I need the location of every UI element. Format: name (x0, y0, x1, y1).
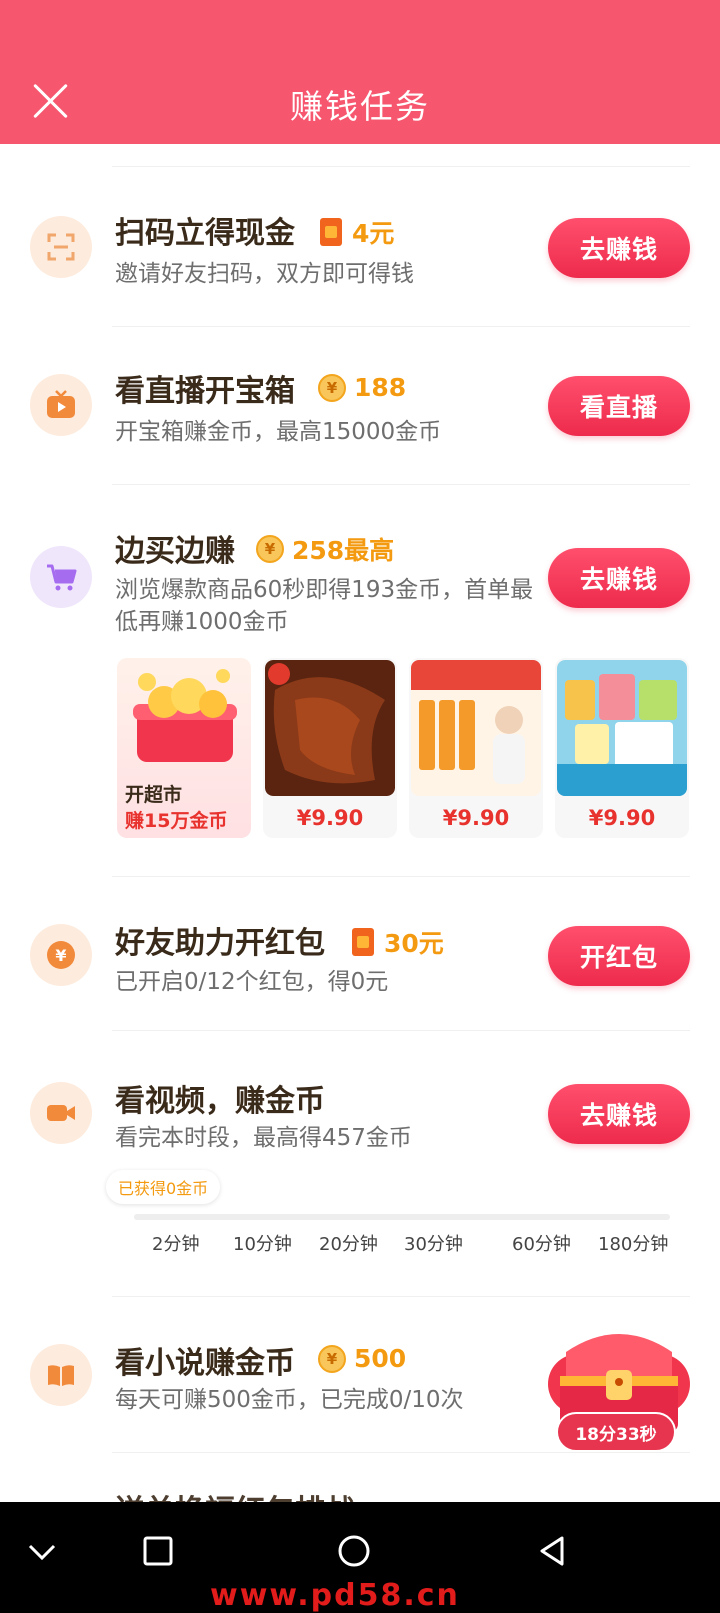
recent-apps-icon[interactable] (138, 1532, 178, 1572)
product-price: ¥9.90 (588, 806, 656, 830)
coin-icon: ¥ (318, 373, 346, 402)
reward-value: 258最高 (292, 536, 395, 565)
back-icon[interactable] (534, 1532, 574, 1572)
product-price: ¥9.90 (296, 806, 364, 830)
open-redpack-button[interactable]: 开红包 (548, 926, 690, 986)
tv-icon (30, 374, 92, 436)
cart-icon (30, 546, 92, 608)
treasure-basket-icon (133, 669, 237, 762)
home-icon[interactable] (334, 1532, 374, 1572)
task-desc: 看完本时段，最高得457金币 (115, 1125, 412, 1151)
divider (112, 876, 690, 877)
watch-live-button[interactable]: 看直播 (548, 376, 690, 436)
header-bar: 赚钱任务 (0, 0, 720, 144)
divider (112, 1452, 690, 1453)
reward-value: 188 (354, 373, 407, 402)
divider (112, 484, 690, 485)
market-line1: 开超市 (125, 784, 183, 806)
video-camera-icon (30, 1082, 92, 1144)
progress-tick: 30分钟 (404, 1234, 463, 1255)
market-line2: 赚15万金币 (125, 810, 228, 832)
fruit-cup-product-image (557, 660, 687, 796)
progress-tick: 10分钟 (233, 1234, 292, 1255)
divider (112, 1296, 690, 1297)
progress-tick: 20分钟 (319, 1234, 378, 1255)
task-desc: 每天可赚500金币，已完成0/10次 (115, 1387, 464, 1413)
task-desc: 浏览爆款商品60秒即得193金币，首单最低再赚1000金币 (115, 577, 534, 635)
coin-icon: ¥ (318, 1344, 346, 1373)
app-screen: 赚钱任务 扫码立得现金 4元 邀请好友扫码，双方即可得钱 去赚钱 看直播开宝箱 … (0, 0, 720, 1502)
reward: 4元 (320, 214, 394, 250)
duck-wing-product-image (265, 660, 395, 796)
yuan-coin-icon: ¥ (30, 924, 92, 986)
reward-value: 500 (354, 1344, 407, 1373)
progress-tick: 2分钟 (152, 1234, 200, 1255)
product-list: 开超市 赚15万金币 ¥9.90 ¥9.90 ¥9.90 (117, 658, 695, 838)
earn-button[interactable]: 去赚钱 (548, 218, 690, 278)
reward: ¥ 500 (318, 1344, 406, 1373)
book-icon (30, 1344, 92, 1406)
progress-tick: 60分钟 (512, 1234, 571, 1255)
red-packet-icon (352, 928, 374, 956)
chevron-down-icon[interactable] (22, 1532, 62, 1572)
chest-timer: 18分33秒 (556, 1412, 676, 1452)
progress-tick: 180分钟 (598, 1234, 669, 1255)
reward-value: 30元 (384, 929, 444, 958)
divider (112, 1030, 690, 1031)
task-title: 扫码立得现金 (115, 216, 295, 251)
reward: ¥ 258最高 (256, 531, 394, 567)
watermark: www.pd58.cn (210, 1578, 460, 1613)
product-card[interactable]: ¥9.90 (409, 658, 543, 838)
divider (112, 166, 690, 167)
product-card[interactable]: ¥9.90 (555, 658, 689, 838)
task-desc: 已开启0/12个红包，得0元 (115, 969, 389, 995)
reward-value: 4元 (352, 219, 395, 248)
page-title: 赚钱任务 (290, 87, 430, 126)
earned-coins-badge: 已获得0金币 (106, 1170, 221, 1204)
market-card[interactable]: 开超市 赚15万金币 (117, 658, 251, 838)
reward: ¥ 188 (318, 373, 406, 402)
task-title: 边买边赚 (115, 534, 235, 569)
product-card[interactable]: ¥9.90 (263, 658, 397, 838)
reward: 30元 (352, 924, 444, 960)
next-task-title-partial: 送兑换福红包排战 (115, 1486, 355, 1502)
task-desc: 开宝箱赚金币，最高15000金币 (115, 419, 442, 445)
svg-text:¥: ¥ (55, 946, 66, 965)
coin-icon: ¥ (256, 535, 284, 563)
product-price: ¥9.90 (442, 806, 510, 830)
earn-button[interactable]: 去赚钱 (548, 1084, 690, 1144)
task-title: 好友助力开红包 (115, 926, 325, 961)
task-desc: 邀请好友扫码，双方即可得钱 (115, 261, 414, 287)
earn-button[interactable]: 去赚钱 (548, 548, 690, 608)
vitamin-product-image (411, 660, 541, 796)
divider (112, 326, 690, 327)
video-progress-bar (134, 1214, 670, 1220)
task-title: 看小说赚金币 (115, 1346, 295, 1381)
scan-icon (30, 216, 92, 278)
task-title: 看直播开宝箱 (115, 374, 295, 409)
red-packet-icon (320, 218, 342, 246)
task-title: 看视频，赚金币 (115, 1084, 325, 1119)
